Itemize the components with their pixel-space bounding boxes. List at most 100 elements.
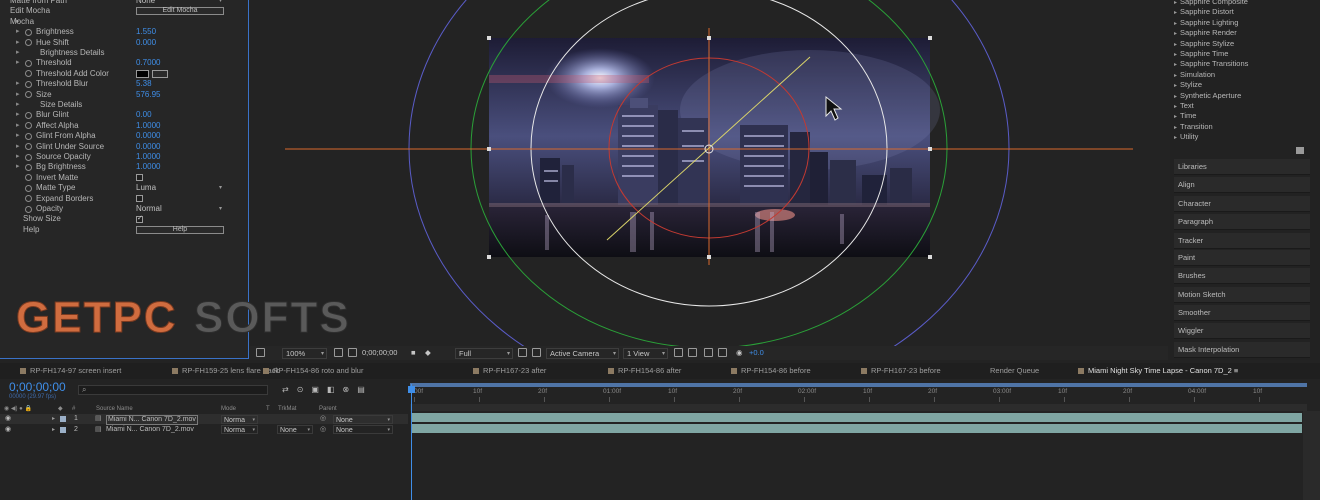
layer-name[interactable]: Miami N... Canon 7D_2.mov — [106, 414, 198, 425]
stopwatch-icon[interactable] — [25, 59, 32, 67]
parent-pickwhip-icon[interactable]: ◎ — [320, 425, 326, 435]
twirl-icon[interactable]: ▸ — [16, 162, 20, 172]
timeline-tab[interactable]: Miami Night Sky Time Lapse - Canon 7D_2 … — [1078, 363, 1239, 380]
effect-category[interactable]: ▸ Sapphire Stylize — [1174, 39, 1234, 49]
panel-tab[interactable]: Character — [1174, 196, 1310, 212]
track-matte-select[interactable]: None ▾ — [277, 425, 313, 434]
effect-select[interactable]: Luma ▾ — [136, 183, 224, 193]
new-folder-icon[interactable] — [1296, 147, 1304, 154]
blend-mode-select[interactable]: Norma ▾ — [221, 425, 258, 434]
views-select[interactable]: 1 View ▾ — [623, 347, 668, 359]
panel-tab[interactable]: Libraries — [1174, 159, 1310, 175]
twirl-icon[interactable]: ▸ — [16, 152, 20, 162]
region-of-interest-icon[interactable] — [518, 348, 527, 357]
stopwatch-icon[interactable] — [25, 70, 32, 78]
panel-tab[interactable]: Wiggler — [1174, 323, 1310, 339]
twirl-icon[interactable]: ▸ — [16, 58, 20, 68]
effect-button[interactable]: Help — [136, 225, 224, 234]
effect-property-value[interactable]: 0.0000 — [136, 131, 160, 141]
stopwatch-icon[interactable] — [25, 184, 32, 192]
effect-category[interactable]: ▸ Utility — [1174, 132, 1198, 142]
work-area-range[interactable] — [410, 383, 1307, 387]
effect-checkbox[interactable] — [136, 214, 143, 224]
visibility-eye-icon[interactable]: ◉ — [5, 425, 11, 435]
twirl-icon[interactable]: ▸ — [16, 121, 20, 131]
stopwatch-icon[interactable] — [25, 80, 32, 88]
twirl-icon[interactable]: ▸ — [16, 110, 20, 120]
twirl-icon[interactable]: ▸ — [16, 142, 20, 152]
panel-tab[interactable]: Paint — [1174, 250, 1310, 266]
timeline-tab[interactable]: RP-FH154-86 roto and blur — [263, 363, 363, 379]
stopwatch-icon[interactable] — [25, 132, 32, 140]
exposure-value[interactable]: +0.0 — [749, 348, 764, 358]
label-color-swatch[interactable] — [60, 416, 66, 422]
effect-checkbox[interactable] — [136, 174, 143, 182]
transparency-grid-icon[interactable] — [532, 348, 541, 357]
camera-snapshot-icon[interactable]: ■ — [411, 348, 416, 358]
composition-viewer[interactable] — [250, 0, 1168, 346]
effect-checkbox[interactable] — [136, 195, 143, 203]
twirl-icon[interactable]: ▸ — [16, 131, 20, 141]
effect-category[interactable]: ▸ Sapphire Render — [1174, 28, 1237, 38]
effect-category[interactable]: ▸ Time — [1174, 111, 1196, 121]
blend-mode-select[interactable]: Norma ▾ — [221, 414, 258, 424]
viewer-canvas[interactable] — [250, 0, 1168, 346]
layer-row[interactable]: ◉ ▸ 1 ▤ Miami N... Canon 7D_2.mov Norma ▾ ◎ None… — [0, 414, 408, 425]
timeline-icon[interactable] — [704, 348, 713, 357]
label-color-swatch[interactable] — [60, 426, 66, 433]
stopwatch-icon[interactable] — [25, 153, 32, 161]
panel-tab[interactable]: Motion Sketch — [1174, 287, 1310, 303]
twirl-icon[interactable]: ▸ — [16, 27, 20, 37]
stopwatch-icon[interactable] — [25, 39, 32, 47]
viewer-timecode[interactable]: 0;00;00;00 — [362, 348, 397, 358]
effect-property-value[interactable]: 576.95 — [136, 90, 160, 100]
timeline-tab[interactable]: RP-FH167-23 before — [861, 363, 941, 379]
grid-icon[interactable] — [334, 348, 343, 357]
layer-bar-2[interactable] — [412, 424, 1302, 433]
parent-select[interactable]: None ▾ — [333, 414, 393, 424]
effect-category[interactable]: ▸ Transition — [1174, 122, 1213, 132]
camera-select[interactable]: Active Camera ▾ — [546, 347, 619, 359]
effect-property-value[interactable]: 1.0000 — [136, 162, 160, 172]
effect-category[interactable]: ▸ Simulation — [1174, 70, 1215, 80]
panel-tab[interactable]: Brushes — [1174, 268, 1310, 284]
timeline-zoom-track[interactable] — [410, 404, 1307, 411]
stopwatch-icon[interactable] — [25, 28, 32, 36]
effect-category[interactable]: ▸ Sapphire Distort — [1174, 7, 1234, 17]
effect-property-value[interactable]: 0.000 — [136, 38, 156, 48]
timeline-tab[interactable]: RP-FH154-86 after — [608, 363, 681, 379]
panel-tab[interactable]: Tracker — [1174, 233, 1310, 249]
effect-button[interactable]: Edit Mocha — [136, 7, 224, 16]
timeline-tab[interactable]: Render Queue — [990, 363, 1039, 379]
timeline-tab[interactable]: RP-FH167-23 after — [473, 363, 546, 379]
effect-category[interactable]: ▸ Sapphire Transitions — [1174, 59, 1248, 69]
twirl-icon[interactable]: ▸ — [16, 79, 20, 89]
timeline-tab[interactable]: RP-FH174-97 screen insert — [20, 363, 121, 379]
effect-category[interactable]: ▸ Sapphire Time — [1174, 49, 1228, 59]
twirl-icon[interactable]: ▸ — [16, 38, 20, 48]
flowchart-icon[interactable] — [718, 348, 727, 357]
effect-category[interactable]: ▸ Synthetic Aperture — [1174, 91, 1241, 101]
layer-row[interactable]: ◉ ▸ 2 ▤ Miami N... Canon 7D_2.mov Norma ▾ None ▾… — [0, 425, 408, 435]
stopwatch-icon[interactable] — [25, 163, 32, 171]
effect-property-value[interactable]: 1.0000 — [136, 121, 160, 131]
mask-icon[interactable] — [348, 348, 357, 357]
monitor-icon[interactable] — [256, 348, 265, 357]
stopwatch-icon[interactable] — [25, 174, 32, 182]
twirl-icon[interactable]: ▸ — [16, 48, 20, 58]
playhead-handle[interactable] — [408, 386, 415, 393]
channel-icon[interactable]: ◆ — [425, 348, 431, 358]
timeline-switches[interactable]: ⇄⊙▣◧⊗▤ — [282, 385, 373, 394]
work-area-bar[interactable] — [410, 383, 1307, 387]
layer-bar-1[interactable] — [412, 413, 1302, 422]
effect-category[interactable]: ▸ Sapphire Composite — [1174, 0, 1248, 7]
effect-property-value[interactable]: 0.00 — [136, 110, 152, 120]
panel-tab[interactable]: Paragraph — [1174, 214, 1310, 230]
fast-preview-icon[interactable] — [688, 348, 697, 357]
stopwatch-icon[interactable] — [25, 122, 32, 130]
toggle-pixel-aspect-icon[interactable] — [674, 348, 683, 357]
stopwatch-icon[interactable] — [25, 205, 32, 213]
twirl-icon[interactable]: ▸ — [16, 90, 20, 100]
eyedropper-icon[interactable] — [152, 69, 168, 78]
layer-name[interactable]: Miami N... Canon 7D_2.mov — [106, 425, 194, 435]
